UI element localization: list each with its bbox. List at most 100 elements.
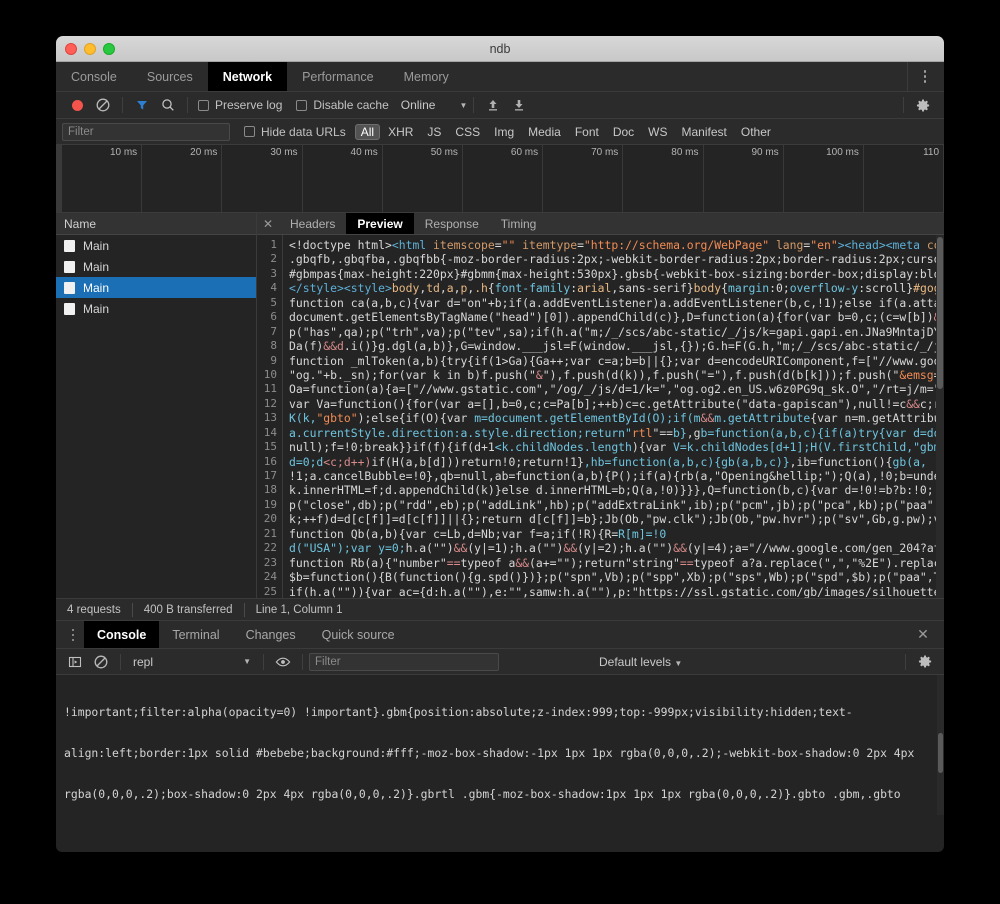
- request-detail-pane: ✕ Headers Preview Response Timing 123456…: [257, 213, 944, 598]
- network-filter-input[interactable]: [62, 122, 230, 141]
- hide-data-urls-label: Hide data URLs: [261, 124, 346, 139]
- code-content[interactable]: <!doctype html><html itemscope="" itemty…: [283, 235, 944, 598]
- eye-live-expression-icon[interactable]: [270, 648, 296, 675]
- chevron-down-icon: ▼: [459, 100, 468, 110]
- tab-quick-source[interactable]: Quick source: [309, 621, 408, 648]
- code-line: </style><style>body,td,a,p,.h{font-famil…: [289, 281, 944, 296]
- throttling-select[interactable]: Online ▼: [401, 98, 468, 112]
- toolbar-divider: [187, 97, 188, 113]
- filter-type-manifest[interactable]: Manifest: [676, 124, 733, 140]
- code-line-number: 24: [263, 570, 277, 584]
- hide-data-urls-checkbox[interactable]: [244, 126, 255, 137]
- tab-memory[interactable]: Memory: [389, 62, 464, 91]
- filter-type-doc[interactable]: Doc: [607, 124, 640, 140]
- chevron-down-icon: ▼: [243, 657, 251, 666]
- toolbar-divider: [120, 653, 121, 670]
- table-row[interactable]: Main: [56, 235, 256, 256]
- table-row[interactable]: Main: [56, 298, 256, 319]
- request-list: Name Main Main Main Main: [56, 213, 257, 598]
- preview-code-area[interactable]: 1 2 3 4 5 6 7 8 9 10 11 12 13 14 15 16 17 18 19 20 21 22 23 24 2…: [257, 235, 944, 598]
- filter-type-media[interactable]: Media: [522, 124, 567, 140]
- preserve-log-label: Preserve log: [215, 98, 283, 112]
- filter-type-css[interactable]: CSS: [449, 124, 486, 140]
- code-line: var Va=function(){for(var a=[],b=0,c;c=P…: [289, 396, 944, 411]
- disable-cache-checkbox[interactable]: [296, 99, 308, 111]
- console-levels-select[interactable]: Default levels ▼: [599, 655, 682, 669]
- timeline-tick-label: 30 ms: [270, 147, 298, 158]
- more-options-icon[interactable]: [914, 62, 936, 92]
- tab-timing[interactable]: Timing: [490, 213, 548, 234]
- timeline-tick: 50 ms: [383, 145, 463, 212]
- filter-type-all[interactable]: All: [354, 123, 381, 140]
- close-window-button[interactable]: [65, 43, 77, 55]
- timeline-tick-label: 90 ms: [751, 147, 779, 158]
- close-icon[interactable]: ✕: [912, 626, 934, 643]
- timeline-tick: 100 ms: [784, 145, 864, 212]
- gear-icon[interactable]: [912, 648, 938, 675]
- console-css-line: rgba(0,0,0,.2);box-shadow:0 2px 4px rgba…: [64, 786, 901, 801]
- toolbar-divider: [473, 97, 475, 113]
- code-vertical-scrollbar[interactable]: [936, 235, 944, 598]
- console-filter-input[interactable]: [309, 652, 499, 671]
- minimize-window-button[interactable]: [84, 43, 96, 55]
- tab-response[interactable]: Response: [414, 213, 490, 234]
- download-arrow-icon[interactable]: [506, 92, 532, 119]
- timeline-tick: 80 ms: [623, 145, 704, 212]
- table-row[interactable]: Main: [56, 277, 256, 298]
- upload-arrow-icon[interactable]: [480, 92, 506, 119]
- code-line: d("USA");var y=0;h.a("")&&(y|=1);h.a("")…: [289, 541, 944, 556]
- preserve-log-checkbox[interactable]: [198, 99, 209, 111]
- filter-type-js[interactable]: JS: [421, 124, 447, 140]
- preserve-log-checkbox-group[interactable]: Preserve log: [198, 98, 282, 112]
- filter-type-ws[interactable]: WS: [642, 124, 673, 140]
- code-line: "og."+b._sn);for(var k in b)f.push("&"),…: [289, 367, 941, 382]
- tab-console[interactable]: Console: [84, 621, 160, 648]
- filter-type-xhr[interactable]: XHR: [382, 124, 419, 140]
- tab-terminal[interactable]: Terminal: [159, 621, 232, 648]
- filter-type-other[interactable]: Other: [735, 124, 777, 140]
- clear-no-entry-icon[interactable]: [88, 648, 114, 675]
- code-line: $b=function(){B(function(){g.spd()})};p(…: [289, 570, 944, 585]
- hide-data-urls-group[interactable]: Hide data URLs: [244, 125, 346, 139]
- network-timeline-ruler[interactable]: 10 ms 20 ms 30 ms 40 ms 50 ms 60 ms 70 m…: [56, 145, 944, 213]
- maximize-window-button[interactable]: [103, 43, 115, 55]
- timeline-tick-label: 20 ms: [190, 147, 218, 158]
- tab-changes[interactable]: Changes: [233, 621, 309, 648]
- table-row[interactable]: Main: [56, 256, 256, 277]
- funnel-filter-icon[interactable]: [129, 92, 155, 119]
- code-line-number: 5: [270, 295, 277, 309]
- timeline-tick: 30 ms: [222, 145, 303, 212]
- code-line: <!doctype html><html itemscope="" itemty…: [289, 238, 944, 252]
- console-message-list[interactable]: !important;filter:alpha(opacity=0) !impo…: [56, 675, 944, 815]
- filter-type-font[interactable]: Font: [569, 124, 605, 140]
- tab-sources[interactable]: Sources: [132, 62, 208, 91]
- console-vertical-scrollbar[interactable]: [937, 675, 944, 815]
- clear-no-entry-icon[interactable]: [90, 92, 116, 119]
- close-icon[interactable]: ✕: [257, 213, 279, 234]
- chevron-down-icon: ▼: [674, 658, 683, 668]
- tab-performance[interactable]: Performance: [287, 62, 389, 91]
- console-message-css-blob: !important;filter:alpha(opacity=0) !impo…: [56, 675, 944, 815]
- cursor-position: Line 1, Column 1: [255, 603, 343, 616]
- network-toolbar: Preserve log Disable cache Online ▼: [56, 92, 944, 119]
- code-line: document.getElementsByTagName("head")[0]…: [289, 310, 944, 325]
- disable-cache-checkbox-group[interactable]: Disable cache: [296, 98, 389, 112]
- toggle-sidebar-icon[interactable]: [62, 648, 88, 675]
- tab-preview[interactable]: Preview: [346, 213, 414, 234]
- console-scroll-thumb[interactable]: [938, 733, 943, 773]
- code-line-number: 11: [263, 382, 277, 396]
- console-context-select[interactable]: repl ▼: [127, 655, 257, 669]
- filter-type-img[interactable]: Img: [488, 124, 520, 140]
- code-scroll-thumb[interactable]: [937, 237, 943, 389]
- gear-icon[interactable]: [910, 92, 936, 119]
- record-dot-icon[interactable]: [64, 92, 90, 119]
- more-options-icon[interactable]: [62, 621, 84, 649]
- tab-headers[interactable]: Headers: [279, 213, 346, 234]
- request-list-header[interactable]: Name: [56, 213, 256, 235]
- tab-network[interactable]: Network: [207, 62, 288, 91]
- code-line-number: 13: [263, 411, 277, 425]
- search-icon[interactable]: [155, 92, 181, 119]
- document-icon: [64, 260, 75, 273]
- tab-console[interactable]: Console: [56, 62, 132, 91]
- code-line-number: 10: [263, 367, 277, 381]
